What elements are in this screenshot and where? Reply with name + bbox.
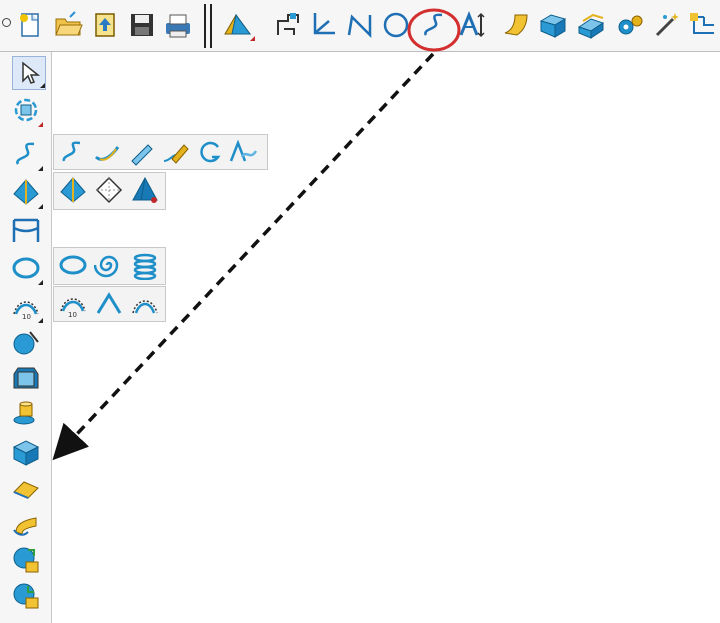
annotation-overlay: [52, 8, 461, 461]
pointer-arrow: [52, 52, 435, 461]
highlight-circle: [407, 8, 461, 52]
